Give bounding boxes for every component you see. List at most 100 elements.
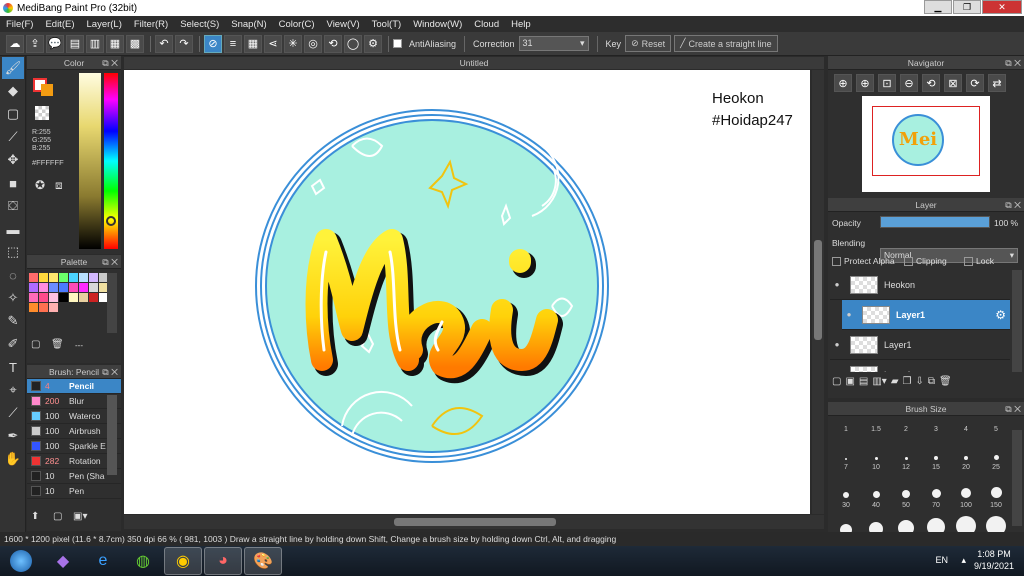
folder-icon[interactable]: ▰ bbox=[891, 376, 899, 387]
palette-delete-icon[interactable]: 🗑 bbox=[51, 339, 64, 350]
new-halftone-layer-icon[interactable]: ▤ bbox=[859, 376, 868, 387]
fill-rect-tool-icon[interactable]: ■ bbox=[2, 172, 24, 194]
canvas-area[interactable]: Heokon #Hoidap247 bbox=[124, 70, 826, 514]
protect-alpha-option[interactable]: Protect Alpha bbox=[832, 256, 895, 266]
chrome-icon[interactable]: ◉ bbox=[164, 547, 202, 575]
brush-size-option[interactable]: 4 bbox=[951, 424, 981, 462]
brush-size-option[interactable]: 3 bbox=[921, 424, 951, 462]
brush-size-option[interactable]: 15 bbox=[921, 462, 951, 500]
reset-button[interactable]: ⊘ Reset bbox=[625, 35, 672, 52]
paint-icon[interactable]: 🎨 bbox=[244, 547, 282, 575]
export-icon[interactable]: ▦ bbox=[106, 34, 124, 53]
visibility-icon[interactable]: ● bbox=[830, 340, 844, 349]
document-canvas[interactable]: Heokon #Hoidap247 bbox=[124, 70, 810, 514]
menu-file[interactable]: File(F) bbox=[0, 19, 39, 30]
palette-swatch[interactable] bbox=[89, 293, 98, 302]
brush-size-option[interactable]: 1.5 bbox=[861, 424, 891, 462]
color-set-icon[interactable]: ⧈ bbox=[55, 178, 63, 193]
menu-tool[interactable]: Tool(T) bbox=[366, 19, 408, 30]
brush-scrollbar[interactable] bbox=[107, 395, 117, 475]
visibility-icon[interactable]: ● bbox=[842, 310, 856, 319]
menu-select[interactable]: Select(S) bbox=[174, 19, 225, 30]
palette-swatch[interactable] bbox=[29, 283, 38, 292]
lock-option[interactable]: Lock bbox=[964, 256, 994, 266]
select-tool-icon[interactable]: ⬚ bbox=[2, 241, 24, 263]
palette-swatch[interactable] bbox=[79, 293, 88, 302]
brush-menu-icon[interactable]: ▣▾ bbox=[73, 511, 87, 522]
add-layer-menu-icon[interactable]: ▥▾ bbox=[872, 376, 886, 387]
navigator-preview[interactable]: Mei bbox=[862, 96, 990, 192]
zoom-out-icon[interactable]: ⊖ bbox=[900, 74, 918, 92]
visibility-icon[interactable]: ● bbox=[830, 370, 844, 372]
correction-dropdown[interactable]: 31 bbox=[518, 36, 589, 51]
menu-layer[interactable]: Layer(L) bbox=[81, 19, 128, 30]
palette-swatch[interactable] bbox=[69, 293, 78, 302]
vertical-scroll-thumb[interactable] bbox=[814, 240, 822, 340]
palette-swatch[interactable] bbox=[29, 273, 38, 282]
layer-row[interactable]: ● Layer1 ⚙ bbox=[842, 300, 1010, 330]
save-icon[interactable]: ▥ bbox=[86, 34, 104, 53]
operation-tool-icon[interactable]: ⌖ bbox=[2, 379, 24, 401]
panel-controls[interactable]: ⧉ ✕ bbox=[102, 56, 118, 70]
snap-off-icon[interactable]: ⊘ bbox=[204, 34, 222, 53]
palette-swatch[interactable] bbox=[79, 273, 88, 282]
blending-dropdown[interactable]: Normal bbox=[880, 248, 1018, 263]
palette-swatch[interactable] bbox=[39, 273, 48, 282]
secondary-color-swatch[interactable] bbox=[41, 84, 53, 96]
palette-swatch[interactable] bbox=[29, 303, 38, 312]
menu-cloud[interactable]: Cloud bbox=[468, 19, 505, 30]
palette-swatch[interactable] bbox=[89, 273, 98, 282]
brightness-slider[interactable] bbox=[79, 73, 101, 249]
palette-new-icon[interactable]: ▢ bbox=[31, 339, 40, 350]
dot-tool-icon[interactable]: ⟋ bbox=[2, 126, 24, 148]
brush-size-option[interactable]: 1 bbox=[831, 424, 861, 462]
cloud-icon[interactable]: ☁ bbox=[6, 34, 24, 53]
new-color-layer-icon[interactable]: ▣ bbox=[845, 376, 854, 387]
brush-size-option[interactable]: 5 bbox=[981, 424, 1011, 462]
move-tool-icon[interactable]: ✥ bbox=[2, 149, 24, 171]
parallel-snap-icon[interactable]: ≡ bbox=[224, 34, 242, 53]
select-pen-tool-icon[interactable]: ✎ bbox=[2, 310, 24, 332]
palette-swatch[interactable] bbox=[59, 283, 68, 292]
palette-swatch[interactable] bbox=[89, 283, 98, 292]
fit-icon[interactable]: ⊡ bbox=[878, 74, 896, 92]
lasso-tool-icon[interactable]: ◌ bbox=[2, 264, 24, 286]
layer-row[interactable]: ● Layer1 bbox=[830, 330, 1010, 360]
panel-controls[interactable]: ⧉ ✕ bbox=[102, 365, 118, 379]
transparent-swatch[interactable] bbox=[35, 106, 49, 120]
lock-checkbox[interactable] bbox=[964, 256, 973, 266]
brush-size-scrollbar[interactable] bbox=[1012, 430, 1022, 526]
clock[interactable]: 1:08 PM 9/19/2021 bbox=[974, 548, 1014, 572]
brush-size-option[interactable]: 2 bbox=[891, 424, 921, 462]
palette-swatch[interactable] bbox=[49, 273, 58, 282]
medibang-taskbar-icon[interactable]: ◕ bbox=[204, 547, 242, 575]
straight-line-button[interactable]: ╱ Create a straight line bbox=[674, 35, 778, 52]
radial-snap-icon[interactable]: ✳ bbox=[284, 34, 302, 53]
panel-controls[interactable]: ⧉ ✕ bbox=[1005, 402, 1021, 416]
new-layer-icon[interactable]: ▢ bbox=[832, 376, 841, 387]
menu-color[interactable]: Color(C) bbox=[273, 19, 321, 30]
palette-swatch[interactable] bbox=[59, 273, 68, 282]
canvas-vertical-scrollbar[interactable] bbox=[812, 70, 824, 514]
palette-swatch[interactable] bbox=[49, 293, 58, 302]
layer-scrollbar[interactable] bbox=[1012, 270, 1022, 372]
palette-swatch[interactable] bbox=[59, 293, 68, 302]
circle-snap-icon[interactable]: ◯ bbox=[344, 34, 362, 53]
palette-swatch[interactable] bbox=[69, 273, 78, 282]
palette-swatch[interactable] bbox=[69, 283, 78, 292]
start-button[interactable] bbox=[0, 547, 42, 575]
upload-icon[interactable]: ⇪ bbox=[26, 34, 44, 53]
layer-row[interactable]: ● Layer1 bbox=[830, 360, 1010, 372]
zoom-in-alt-icon[interactable]: ⊕ bbox=[856, 74, 874, 92]
gradient-tool-icon[interactable]: ▬ bbox=[2, 218, 24, 240]
protect-alpha-checkbox[interactable] bbox=[832, 256, 841, 266]
language-indicator[interactable]: EN bbox=[935, 555, 948, 565]
cross-snap-icon[interactable]: ▦ bbox=[244, 34, 262, 53]
brush-size-option[interactable]: 12 bbox=[891, 462, 921, 500]
palette-swatch[interactable] bbox=[79, 283, 88, 292]
brush-tool-icon[interactable]: 🖌 bbox=[2, 57, 24, 79]
palette-swatch[interactable] bbox=[39, 283, 48, 292]
menu-view[interactable]: View(V) bbox=[321, 19, 366, 30]
antialiasing-checkbox[interactable] bbox=[393, 39, 402, 48]
clipping-checkbox[interactable] bbox=[904, 256, 913, 266]
